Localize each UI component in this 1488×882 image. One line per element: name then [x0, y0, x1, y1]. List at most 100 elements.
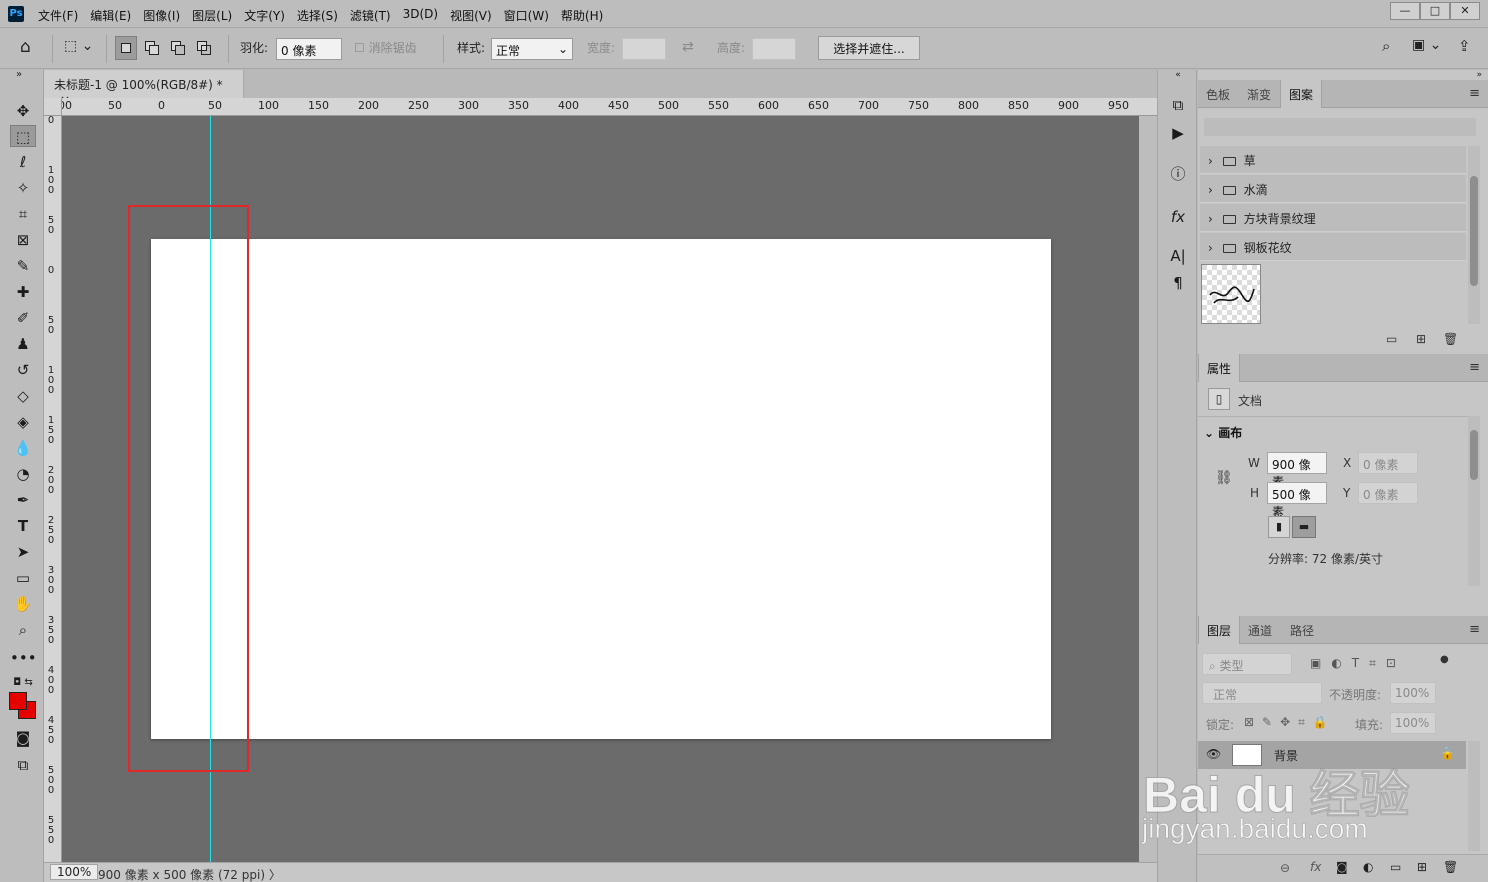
eyedropper-tool-icon[interactable]: ✎	[10, 255, 36, 277]
tab-paths[interactable]: 路径	[1282, 616, 1322, 644]
horizontal-ruler[interactable]: 0050050100150200250300350400450500550600…	[62, 98, 1157, 116]
hand-tool-icon[interactable]: ✋	[10, 593, 36, 615]
pattern-group[interactable]: › 钢板花纹	[1200, 233, 1466, 261]
tab-patterns[interactable]: 图案	[1280, 80, 1323, 108]
swap-colors-icon[interactable]: ◘ ⇆	[10, 672, 36, 694]
opacity-input[interactable]: 100%	[1390, 682, 1436, 704]
layer-row[interactable]: 👁 背景 🔒	[1198, 741, 1466, 769]
pattern-group[interactable]: › 水滴	[1200, 175, 1466, 203]
menu-3d[interactable]: 3D(D)	[403, 7, 438, 24]
menu-layer[interactable]: 图层(L)	[192, 7, 232, 24]
patterns-scrollbar[interactable]	[1468, 146, 1480, 324]
canvas-y-input[interactable]: 0 像素	[1358, 482, 1418, 504]
canvas-width-input[interactable]: 900 像素	[1267, 452, 1327, 489]
visibility-eye-icon[interactable]: 👁	[1206, 747, 1221, 761]
width-input[interactable]	[622, 38, 666, 60]
quick-mask-icon[interactable]: ◙	[10, 727, 36, 749]
tab-channels[interactable]: 通道	[1240, 616, 1280, 644]
zoom-tool-icon[interactable]: ⌕	[10, 619, 36, 641]
frame-tool-icon[interactable]: ⊠	[10, 229, 36, 251]
feather-input[interactable]: 0 像素	[276, 38, 342, 60]
lasso-tool-icon[interactable]: ℓ	[10, 151, 36, 173]
tab-swatches[interactable]: 色板	[1198, 80, 1238, 108]
intersect-selection-button[interactable]	[193, 36, 215, 60]
healing-brush-tool-icon[interactable]: ✚	[10, 281, 36, 303]
portrait-icon[interactable]: ▮	[1268, 516, 1290, 538]
pattern-search-bar[interactable]	[1204, 118, 1476, 136]
swap-icon[interactable]: ⇄	[682, 39, 694, 55]
new-layer-icon[interactable]: ⊞	[1417, 860, 1427, 874]
collapse-icon[interactable]: »	[6, 70, 32, 92]
character-icon[interactable]: A|	[1165, 245, 1191, 267]
select-and-mask-button[interactable]: 选择并遮住...	[818, 36, 920, 60]
workspace-icon[interactable]: ▣ ⌄	[1412, 37, 1441, 53]
panel-menu-icon[interactable]: ≡	[1469, 622, 1480, 637]
layers-scrollbar[interactable]	[1468, 741, 1480, 851]
zoom-field[interactable]: 100%	[50, 864, 99, 880]
tab-gradients[interactable]: 渐变	[1239, 80, 1279, 108]
collapse-icon[interactable]: «	[1165, 70, 1191, 80]
trash-icon[interactable]: 🗑	[1443, 860, 1458, 874]
search-icon[interactable]: ⌕	[1382, 37, 1390, 55]
magic-wand-tool-icon[interactable]: ✧	[10, 177, 36, 199]
canvas-x-input[interactable]: 0 像素	[1358, 452, 1418, 474]
menu-image[interactable]: 图像(I)	[143, 7, 180, 24]
pattern-group[interactable]: › 方块背景纹理	[1200, 204, 1466, 232]
menu-select[interactable]: 选择(S)	[297, 7, 338, 24]
history-brush-tool-icon[interactable]: ↺	[10, 359, 36, 381]
add-mask-icon[interactable]: ◙	[1336, 860, 1348, 874]
new-selection-button[interactable]	[115, 36, 137, 60]
filter-toggle-icon[interactable]: ●	[1440, 654, 1449, 665]
home-icon[interactable]: ⌂	[20, 37, 31, 57]
lock-icons[interactable]: ⊠✎✥⌗🔒	[1244, 715, 1336, 730]
panel-menu-icon[interactable]: ≡	[1469, 360, 1480, 375]
foreground-color-swatch[interactable]	[9, 692, 27, 710]
actions-play-icon[interactable]: ▶	[1165, 122, 1191, 144]
history-icon[interactable]: ⧉	[1165, 94, 1191, 116]
pen-tool-icon[interactable]: ✒	[10, 489, 36, 511]
ruler-origin[interactable]	[44, 98, 62, 116]
layer-filter-icons[interactable]: ▣◐T⌗⊡	[1310, 656, 1406, 671]
path-selection-tool-icon[interactable]: ➤	[10, 541, 36, 563]
pattern-group[interactable]: › 草	[1200, 146, 1466, 174]
canvas-height-input[interactable]: 500 像素	[1267, 482, 1327, 519]
paragraph-icon[interactable]: ¶	[1165, 272, 1191, 294]
marquee-tool-icon[interactable]: ⬚	[10, 125, 36, 147]
add-selection-button[interactable]	[141, 36, 163, 60]
more-tools-icon[interactable]: •••	[10, 647, 37, 669]
close-button[interactable]: ✕	[1450, 2, 1480, 20]
tab-properties[interactable]: 属性	[1198, 354, 1241, 382]
styles-fx-icon[interactable]: fx	[1165, 206, 1191, 228]
share-icon[interactable]: ⇪	[1458, 37, 1471, 55]
panel-menu-icon[interactable]: ≡	[1469, 86, 1480, 101]
blend-mode-select[interactable]: 正常	[1202, 682, 1322, 704]
height-input[interactable]	[752, 38, 796, 60]
paint-bucket-tool-icon[interactable]: ◈	[10, 411, 36, 433]
type-tool-icon[interactable]: T	[10, 515, 36, 537]
screen-mode-icon[interactable]: ⧉	[10, 754, 36, 776]
clone-stamp-tool-icon[interactable]: ♟	[10, 333, 36, 355]
minimize-button[interactable]: —	[1390, 2, 1420, 20]
style-select[interactable]: 正常 ⌄	[491, 38, 573, 60]
document-tab[interactable]: 未标题-1 @ 100%(RGB/8#) * ×	[44, 70, 244, 107]
new-group-icon[interactable]: ▭	[1390, 860, 1401, 874]
crop-tool-icon[interactable]: ⌗	[10, 203, 36, 225]
shape-tool-icon[interactable]: ▭	[10, 567, 36, 589]
landscape-icon[interactable]: ▬	[1292, 516, 1316, 538]
new-group-icon[interactable]: ▭	[1386, 332, 1397, 346]
menu-edit[interactable]: 编辑(E)	[90, 7, 131, 24]
trash-icon[interactable]: 🗑	[1443, 332, 1458, 346]
menu-filter[interactable]: 滤镜(T)	[350, 7, 391, 24]
menu-view[interactable]: 视图(V)	[450, 7, 492, 24]
pattern-thumbnail[interactable]	[1201, 264, 1261, 324]
info-icon[interactable]: ⓘ	[1165, 163, 1191, 185]
restore-button[interactable]: □	[1420, 2, 1450, 20]
blur-tool-icon[interactable]: 💧	[10, 437, 36, 459]
new-pattern-icon[interactable]: ⊞	[1416, 332, 1426, 346]
link-icon[interactable]: ⛓	[1215, 470, 1233, 486]
antialias-checkbox[interactable]: ☐ 消除锯齿	[354, 39, 417, 56]
vertical-scrollbar[interactable]	[1139, 116, 1157, 862]
menu-help[interactable]: 帮助(H)	[561, 7, 603, 24]
menu-window[interactable]: 窗口(W)	[504, 7, 549, 24]
fx-icon[interactable]: fx	[1310, 860, 1321, 874]
